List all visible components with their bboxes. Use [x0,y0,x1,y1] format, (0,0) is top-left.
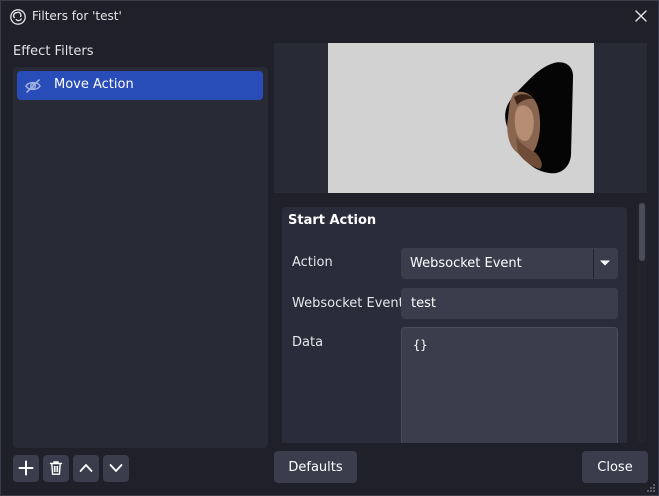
move-filter-up-button[interactable] [73,455,99,482]
select-divider [593,249,594,278]
close-icon[interactable] [632,7,650,25]
add-filter-button[interactable] [13,455,39,482]
move-filter-down-button[interactable] [103,455,129,482]
obs-logo-icon [10,9,26,25]
close-button[interactable]: Close [582,451,648,483]
section-title: Start Action [288,213,377,228]
chevron-up-icon [79,464,93,472]
data-textarea[interactable]: {} [401,327,618,443]
eye-hidden-icon[interactable] [24,77,42,95]
data-label: Data [292,335,324,350]
websocket-event-input[interactable]: test [401,288,618,319]
trash-icon [49,461,63,475]
resize-grip-icon[interactable] [646,483,656,493]
filter-properties-panel: Start Action Action Websocket Event Webs… [282,207,627,443]
data-value: {} [413,338,428,352]
chevron-down-icon [109,464,123,472]
filter-item-label: Move Action [54,77,134,92]
filters-dialog: Filters for 'test' Effect Filters Move A… [0,0,659,496]
remove-filter-button[interactable] [43,455,69,482]
dropdown-arrow-icon[interactable] [599,259,611,267]
websocket-event-value: test [411,296,436,311]
effect-filters-heading: Effect Filters [13,44,94,59]
action-select-value: Websocket Event [410,256,522,271]
scrollbar-thumb[interactable] [639,203,645,261]
source-preview [274,43,647,193]
action-select[interactable]: Websocket Event [401,248,618,279]
properties-scrollbar[interactable] [637,201,647,443]
plus-icon [18,460,34,476]
websocket-event-label: Websocket Event [292,296,404,311]
defaults-button[interactable]: Defaults [274,451,357,483]
preview-canvas [328,43,594,193]
action-label: Action [292,255,333,270]
window-title: Filters for 'test' [32,9,122,23]
title-bar: Filters for 'test' [1,1,658,33]
preview-source-image [505,62,574,174]
filter-item-move-action[interactable]: Move Action [17,71,263,100]
effect-filter-list[interactable]: Move Action [13,67,268,448]
